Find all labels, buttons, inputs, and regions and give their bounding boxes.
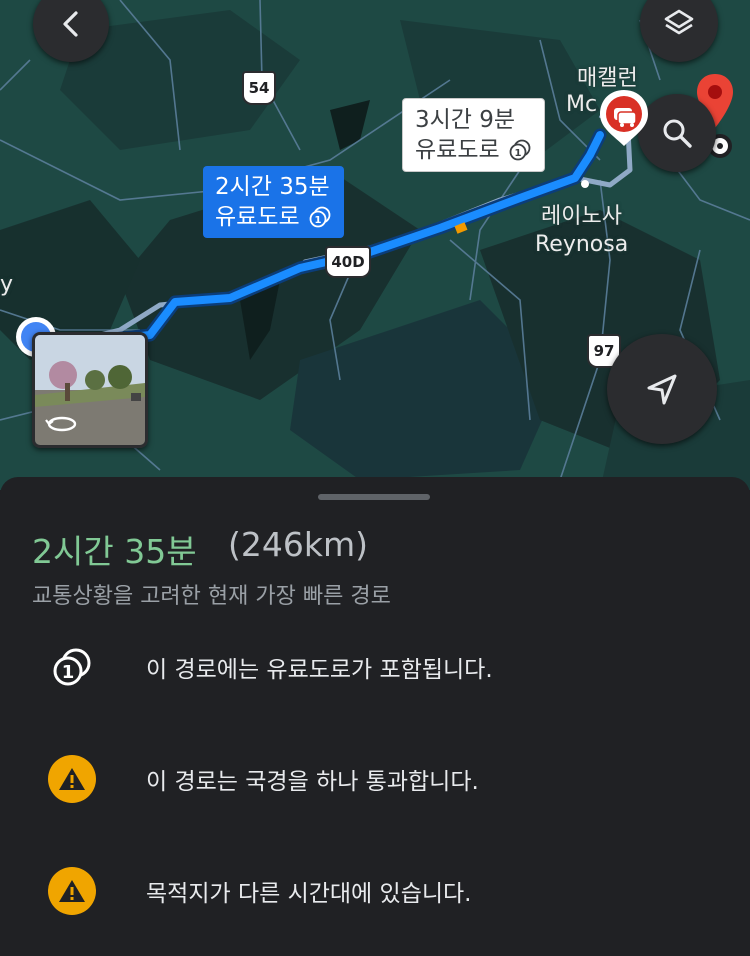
warning-icon [48, 867, 96, 915]
traffic-car-icon[interactable] [598, 88, 650, 148]
alt-route-duration: 3시간 9분 [415, 107, 516, 133]
back-arrow-icon [63, 11, 78, 37]
notice-toll-text: 이 경로에는 유료도로가 포함됩니다. [146, 657, 493, 683]
notice-timezone-text: 목적지가 다른 시간대에 있습니다. [146, 881, 472, 907]
svg-text:1: 1 [514, 148, 521, 159]
primary-route-tag: 유료도로 [215, 204, 300, 230]
mcallen-label-ko: 매캘런 [577, 66, 638, 91]
search-icon [663, 119, 692, 148]
route-distance: (246km) [228, 525, 368, 564]
route-details-sheet[interactable]: 2시간 35분 (246km) 교통상황을 고려한 현재 가장 빠른 경로 1 … [0, 477, 750, 956]
primary-route-duration: 2시간 35분 [215, 174, 330, 200]
reynosa-label-en: Reynosa [535, 232, 629, 257]
route-subtitle: 교통상황을 고려한 현재 가장 빠른 경로 [32, 584, 391, 609]
svg-text:1: 1 [62, 662, 75, 683]
sheet-drag-handle[interactable] [318, 494, 430, 500]
toll-icon: 1 [509, 139, 531, 161]
layers-icon [664, 9, 694, 35]
street-view-thumbnail[interactable] [32, 332, 148, 448]
alt-route-tag: 유료도로 [415, 137, 500, 163]
primary-route-callout[interactable]: 2시간 35분 유료도로 1 [203, 166, 344, 238]
toll-icon: 1 [48, 643, 96, 691]
edge-label: y [0, 272, 14, 297]
alt-route-callout[interactable]: 3시간 9분 유료도로 1 [402, 98, 545, 172]
toll-icon: 1 [309, 206, 331, 228]
notice-border: 이 경로는 국경을 하나 통과합니다. [0, 749, 750, 809]
highway-shield-40d: 40D [325, 246, 371, 278]
highway-shield-54: 54 [242, 71, 276, 105]
warning-icon [48, 755, 96, 803]
reynosa-label-ko: 레이노사 [541, 204, 622, 229]
navigation-icon [647, 374, 677, 405]
notice-toll: 1 이 경로에는 유료도로가 포함됩니다. [0, 637, 750, 697]
notice-border-text: 이 경로는 국경을 하나 통과합니다. [146, 769, 479, 795]
map-view[interactable]: 3시간 9분 유료도로 1 2시간 35분 유료도로 1 54 40D 97 매… [0, 0, 750, 490]
svg-text:1: 1 [314, 215, 321, 226]
route-duration: 2시간 35분 [32, 532, 197, 571]
navigation-button[interactable] [607, 334, 717, 444]
mcallen-label-en: Mc [566, 92, 598, 117]
notice-timezone: 목적지가 다른 시간대에 있습니다. [0, 861, 750, 921]
street-view-rotate-icon [45, 416, 77, 432]
